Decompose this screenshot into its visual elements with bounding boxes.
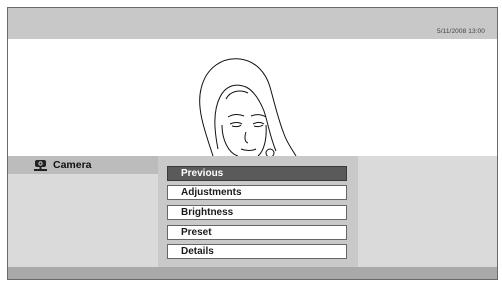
menu-item-details[interactable]: Details [167,244,347,259]
camera-icon [34,160,47,171]
menu-panel: Previous Adjustments Brightness Preset D… [158,156,358,267]
camera-label-text: Camera [53,159,92,171]
camera-video-feed [8,39,497,156]
control-panel: Camera Previous Adjustments Brightness P… [8,156,497,267]
datetime-display: 5/11/2008 13:00 [436,28,485,35]
status-bar: 5/11/2008 13:00 [8,8,497,39]
menu-item-adjustments[interactable]: Adjustments [167,185,347,200]
person-video-image [199,58,297,156]
camera-section-label: Camera [8,156,158,174]
menu-item-previous[interactable]: Previous [167,166,347,181]
tv-screen: 5/11/2008 13:00 Camera Previous Adjustme… [7,7,498,280]
menu-item-brightness[interactable]: Brightness [167,205,347,220]
bottom-bar [8,267,497,279]
menu-item-preset[interactable]: Preset [167,225,347,240]
